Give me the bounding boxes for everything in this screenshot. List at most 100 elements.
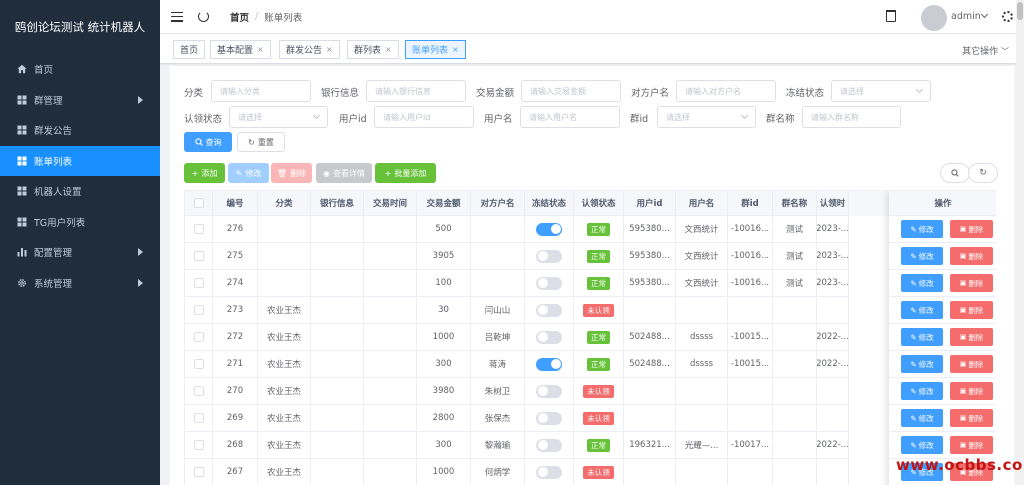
table-row[interactable]: 269 农业王杰 2800 张保杰 未认领: [185, 405, 996, 432]
row-delete-button[interactable]: ▣ 删除: [950, 409, 993, 427]
page-scrollbar[interactable]: [1016, 0, 1024, 485]
tag-item[interactable]: 群列表 ×: [347, 40, 399, 59]
row-checkbox[interactable]: [193, 413, 204, 423]
close-icon[interactable]: ×: [257, 45, 264, 54]
row-delete-button[interactable]: ▣ 删除: [950, 274, 993, 292]
close-icon[interactable]: ×: [385, 45, 392, 54]
table-row[interactable]: 274 100 正常 595380... 文西统计 -10016... 测试 2023-...: [185, 270, 996, 297]
row-edit-button[interactable]: ✎ 修改: [901, 274, 943, 292]
add-button[interactable]: + 添加: [184, 163, 225, 183]
bank-input[interactable]: [366, 80, 466, 102]
sidebar-item[interactable]: 系统管理: [0, 268, 160, 299]
close-icon[interactable]: ×: [326, 45, 333, 54]
tag-item[interactable]: 群发公告 ×: [279, 40, 340, 59]
freeze-switch[interactable]: [536, 384, 562, 398]
tag-item[interactable]: 基本配置 ×: [210, 40, 271, 59]
bank-label: 银行信息: [321, 88, 360, 99]
row-delete-button[interactable]: ▣ 删除: [950, 301, 993, 319]
sidebar-item[interactable]: TG用户列表: [0, 207, 160, 238]
row-edit-button[interactable]: ✎ 修改: [901, 220, 943, 238]
username-input[interactable]: [520, 106, 620, 128]
edit-icon: ✎: [910, 305, 917, 315]
row-delete-button[interactable]: ▣ 删除: [950, 328, 993, 346]
freeze-switch[interactable]: [536, 222, 562, 236]
userid-input[interactable]: [374, 106, 474, 128]
hamburger-icon[interactable]: [171, 11, 183, 22]
row-edit-button[interactable]: ✎ 修改: [901, 328, 943, 346]
row-checkbox[interactable]: [193, 332, 204, 342]
freeze-status-select[interactable]: 请选择: [831, 80, 931, 102]
table-row[interactable]: 271 农业王杰 300 蒋涛 正常 502488... dssss -10015... 202…: [185, 351, 996, 378]
table-row[interactable]: 270 农业王杰 3980 朱树卫 未认领: [185, 378, 996, 405]
delete-button[interactable]: 🗑 删除: [271, 163, 312, 183]
row-edit-button[interactable]: ✎ 修改: [901, 247, 943, 265]
view-details-button[interactable]: ◉ 查看详情: [316, 163, 372, 183]
breadcrumb-home[interactable]: 首页: [230, 10, 249, 24]
row-delete-button[interactable]: ▣ 删除: [950, 247, 993, 265]
trash-icon[interactable]: [886, 10, 896, 22]
refresh-table-button[interactable]: ↻: [968, 163, 998, 183]
groupname-input[interactable]: [802, 106, 901, 128]
sidebar-item[interactable]: 机器人设置: [0, 176, 160, 207]
sidebar-item[interactable]: 群发公告: [0, 115, 160, 146]
column-header: 对方户名: [471, 191, 525, 216]
row-delete-button[interactable]: ▣ 删除: [950, 355, 993, 373]
table-row[interactable]: 272 农业王杰 1000 吕乾坤 正常 502488... dssss -10015... 2…: [185, 324, 996, 351]
row-delete-button[interactable]: ▣ 删除: [950, 220, 993, 238]
freeze-switch[interactable]: [536, 465, 562, 479]
row-edit-button[interactable]: ✎ 修改: [901, 301, 943, 319]
row-checkbox[interactable]: [193, 467, 204, 477]
row-checkbox[interactable]: [193, 278, 204, 288]
table-row[interactable]: 276 500 正常 595380... 文西统计 -10016... 测试 2023-...: [185, 216, 996, 243]
freeze-switch[interactable]: [536, 249, 562, 263]
gear-icon[interactable]: [1002, 11, 1013, 22]
counterparty-input[interactable]: [676, 80, 776, 102]
toggle-search-button[interactable]: [940, 163, 970, 183]
breadcrumb-current: 账单列表: [264, 12, 303, 24]
table-row[interactable]: 273 农业王杰 30 闫山山 未认领: [185, 297, 996, 324]
chevron-down-icon[interactable]: [980, 10, 989, 19]
sidebar-item[interactable]: 群管理: [0, 85, 160, 116]
close-icon[interactable]: ×: [452, 45, 459, 54]
refresh-icon[interactable]: [198, 11, 209, 22]
table-cell: [311, 405, 364, 432]
user-name[interactable]: admin: [951, 11, 981, 22]
table-row[interactable]: 275 3905 正常 595380... 文西统计 -10016... 测试 2023-..…: [185, 243, 996, 270]
freeze-switch[interactable]: [536, 276, 562, 290]
edit-button[interactable]: ✎ 修改: [228, 163, 269, 183]
row-delete-button[interactable]: ▣ 删除: [950, 382, 993, 400]
avatar[interactable]: [921, 5, 947, 31]
row-checkbox[interactable]: [193, 359, 204, 369]
row-edit-button[interactable]: ✎ 修改: [901, 382, 943, 400]
other-operations-dropdown[interactable]: 其它操作 ﹀: [962, 44, 1009, 57]
tag-item[interactable]: 账单列表 ×: [405, 40, 466, 59]
row-checkbox[interactable]: [193, 386, 204, 396]
category-input[interactable]: [211, 80, 311, 102]
sidebar-item[interactable]: 账单列表: [0, 145, 160, 176]
freeze-switch[interactable]: [536, 357, 562, 371]
groupid-select[interactable]: 请选择: [657, 106, 756, 128]
row-edit-button[interactable]: ✎ 修改: [901, 355, 943, 373]
row-checkbox[interactable]: [193, 440, 204, 450]
row-checkbox[interactable]: [193, 305, 204, 315]
row-checkbox[interactable]: [193, 224, 204, 234]
row-delete-button[interactable]: ▣ 删除: [950, 436, 993, 454]
verify-status-select[interactable]: 请选择: [229, 106, 328, 128]
freeze-switch[interactable]: [536, 438, 562, 452]
row-edit-button[interactable]: ✎ 修改: [901, 436, 943, 454]
sidebar-item[interactable]: 首页: [0, 54, 160, 85]
table-row[interactable]: 267 农业王杰 1000 何炳学 未认领: [185, 459, 996, 485]
table-row[interactable]: 268 农业王杰 300 黎瀚瑜 正常 196321... 光耀—... -10017... 2…: [185, 432, 996, 459]
amount-input[interactable]: [521, 80, 621, 102]
freeze-switch[interactable]: [536, 411, 562, 425]
select-all-checkbox[interactable]: [193, 198, 204, 208]
batch-add-button[interactable]: + 批量添加: [375, 163, 436, 183]
row-checkbox[interactable]: [193, 251, 204, 261]
sidebar-item[interactable]: 配置管理: [0, 237, 160, 268]
row-edit-button[interactable]: ✎ 修改: [901, 409, 943, 427]
tag-item[interactable]: 首页: [173, 40, 206, 59]
reset-button[interactable]: ↻ 重置: [237, 132, 285, 152]
freeze-switch[interactable]: [536, 303, 562, 317]
freeze-switch[interactable]: [536, 330, 562, 344]
search-button[interactable]: 查询: [184, 132, 232, 152]
